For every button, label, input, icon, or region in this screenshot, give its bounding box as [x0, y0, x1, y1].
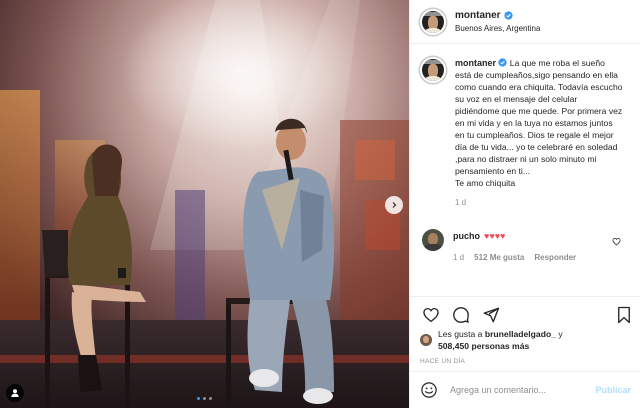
comment-line: pucho ♥♥♥♥ — [453, 231, 576, 241]
likes-text: Les gusta a brunelladelgado_ y 508,450 p… — [438, 328, 563, 352]
caption-text: La que me roba el sueño está de cumpleañ… — [455, 58, 623, 176]
carousel-dot — [203, 397, 206, 400]
author-info: montaner Buenos Aires, Argentina — [455, 10, 540, 33]
comment-like-heart-icon[interactable] — [612, 237, 621, 246]
post-photo[interactable] — [0, 0, 409, 408]
post-details-panel: montaner Buenos Aires, Argentina montane… — [409, 0, 640, 408]
caption-avatar[interactable] — [420, 57, 446, 83]
verified-icon — [503, 11, 513, 20]
caption-closing: Te amo chiquita — [455, 178, 516, 188]
caption: montaner La que me roba el sueño está de… — [420, 57, 631, 209]
post-comment-button[interactable]: Publicar — [595, 385, 631, 395]
comments-list[interactable]: montaner La que me roba el sueño está de… — [410, 45, 640, 295]
heart-icon — [423, 307, 439, 322]
post-location[interactable]: Buenos Aires, Argentina — [455, 24, 540, 33]
reply-button[interactable]: Responder — [534, 253, 576, 262]
save-button[interactable] — [613, 304, 635, 326]
likes-summary: Les gusta a brunelladelgado_ y 508,450 p… — [420, 328, 635, 352]
post-header: montaner Buenos Aires, Argentina — [410, 0, 640, 44]
carousel-dot — [209, 397, 212, 400]
tagged-users-button[interactable] — [6, 384, 24, 402]
share-button[interactable] — [480, 304, 502, 326]
post-actions — [410, 296, 640, 332]
like-button[interactable] — [420, 304, 442, 326]
post-timestamp[interactable]: HACE UN DÍA — [420, 358, 465, 365]
concert-photo — [0, 0, 409, 408]
caption-username[interactable]: montaner — [455, 58, 496, 68]
comment-text: ♥♥♥♥ — [484, 231, 506, 241]
comment-button[interactable] — [450, 304, 472, 326]
liker-avatar[interactable] — [420, 334, 432, 346]
commenter-username[interactable]: pucho — [453, 231, 480, 241]
carousel-dot-active — [197, 397, 200, 400]
chevron-right-icon — [392, 202, 397, 208]
comment-icon — [453, 306, 469, 323]
liker-username[interactable]: brunelladelgado_ — [485, 329, 556, 339]
comment-input[interactable] — [450, 385, 586, 395]
commenter-avatar[interactable] — [422, 229, 444, 251]
comment-age[interactable]: 1 d — [453, 253, 464, 262]
comment-meta: 1 d 512 Me gusta Responder — [453, 253, 576, 262]
comment-item: pucho ♥♥♥♥ 1 d 512 Me gusta Responder — [420, 229, 631, 262]
author-username-row: montaner — [455, 10, 540, 21]
likes-joiner: y — [558, 329, 563, 339]
carousel-indicator — [197, 397, 212, 400]
author-avatar[interactable] — [420, 8, 446, 35]
caption-body: montaner La que me roba el sueño está de… — [455, 57, 623, 209]
comment-likes[interactable]: 512 Me gusta — [474, 253, 524, 262]
emoji-icon[interactable] — [420, 381, 438, 399]
verified-icon — [498, 58, 508, 67]
author-username[interactable]: montaner — [455, 10, 501, 21]
add-comment-bar: Publicar — [410, 371, 640, 408]
likes-count[interactable]: 508,450 personas más — [438, 341, 529, 351]
bookmark-icon — [618, 306, 630, 323]
caption-age[interactable]: 1 d — [455, 197, 623, 209]
user-tag-icon — [11, 389, 19, 397]
comment-body: pucho ♥♥♥♥ 1 d 512 Me gusta Responder — [453, 229, 576, 262]
share-icon — [483, 307, 500, 322]
likes-prefix: Les gusta a — [438, 329, 483, 339]
likes-row: Les gusta a brunelladelgado_ y 508,450 p… — [420, 328, 635, 352]
post-dialog: montaner Buenos Aires, Argentina montane… — [0, 0, 640, 408]
carousel-next-button[interactable] — [385, 196, 403, 214]
